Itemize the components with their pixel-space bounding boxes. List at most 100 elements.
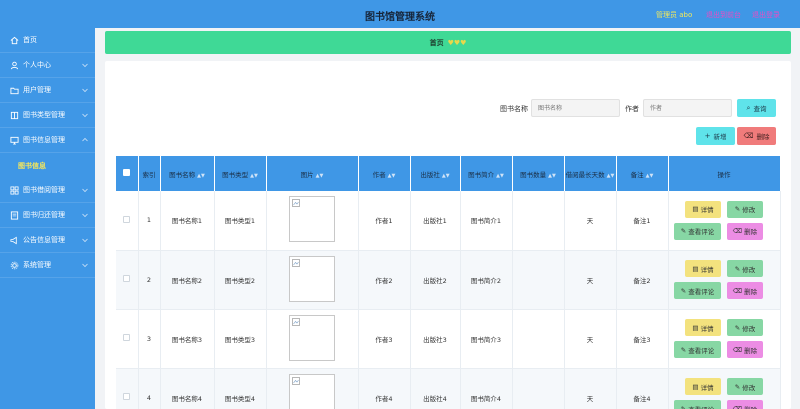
cell-note: 备注4 [616,368,669,409]
sidebar-item-label: 图书借阅管理 [23,186,65,194]
column-header[interactable]: 图书简介 ▲▼ [460,156,513,191]
cell-type: 图书类型1 [214,191,267,251]
sidebar-item-book-info[interactable]: 图书信息管理 [0,128,95,153]
column-header[interactable]: 图片 ▲▼ [266,156,359,191]
delete-button[interactable]: ⌫删除 [727,341,763,358]
broken-image-icon [292,258,300,267]
detail-button[interactable]: ▤ 详情 [685,378,721,395]
cell-intro: 图书简介1 [460,191,513,251]
select-all-checkbox[interactable] [123,169,131,176]
sidebar-item-users[interactable]: 用户管理 [0,78,95,103]
row-checkbox[interactable] [123,215,131,223]
sort-icon: ▲▼ [606,172,615,179]
detail-button[interactable]: ▤ 详情 [685,319,721,336]
chevron-down-icon [82,113,88,118]
breadcrumb-home[interactable]: 首页 [430,38,444,48]
pencil-icon: ✎ [680,345,687,354]
chevron-down-icon [82,88,88,93]
sidebar-item-home[interactable]: 首页 [0,28,95,53]
author-input[interactable] [643,99,732,117]
search-icon: ⌕ [746,103,751,112]
table-row: 3 图书名称3 图书类型3 作者3 出版社3 图书简介3 天 备注3 ▤ 详情 ✎… [116,309,781,369]
cell-qty [512,368,565,409]
column-header[interactable]: 图书数量 ▲▼ [512,156,565,191]
sort-icon: ▲▼ [315,172,324,179]
add-button[interactable]: + 新增 [696,127,735,145]
detail-button[interactable]: ▤ 详情 [685,200,721,218]
sidebar-item-borrow[interactable]: 图书借阅管理 [0,178,95,203]
top-header: 图书馆管理系统 管理员 abo 退出到前台 退出登录 [0,0,800,28]
book-name-input[interactable] [531,99,620,117]
sidebar-item-label: 公告信息管理 [23,236,65,244]
cell-index: 2 [138,250,161,310]
column-header[interactable]: 图书名称 ▲▼ [160,156,215,191]
sidebar-item-notices[interactable]: 公告信息管理 [0,228,95,253]
cell-publisher: 出版社4 [410,368,461,409]
document-icon: ▤ [692,205,699,214]
edit-button[interactable]: ✎ 修改 [727,319,763,336]
broken-image-icon [292,376,300,385]
home-icon [9,35,19,45]
trash-icon: ⌫ [732,227,743,236]
sidebar-subitem-book-info[interactable]: 图书信息 [0,153,95,178]
column-header[interactable]: 出版社 ▲▼ [410,156,461,191]
pencil-icon: ✎ [734,323,741,332]
query-button[interactable]: ⌕ 查询 [737,99,776,117]
row-checkbox[interactable] [123,275,131,282]
row-checkbox[interactable] [123,393,131,400]
folder-icon [9,85,19,95]
edit-button[interactable]: ✎ 修改 [727,260,763,277]
document-icon: ▤ [692,382,699,391]
sidebar-item-label: 系统管理 [23,261,51,269]
heart-icons: ♥♥♥ [447,38,467,47]
row-checkbox[interactable] [123,334,131,341]
edit-button[interactable]: ✎ 修改 [727,200,763,218]
column-header[interactable]: 图书类型 ▲▼ [214,156,267,191]
pencil-icon: ✎ [734,382,741,391]
pencil-icon: ✎ [680,227,687,236]
view-comments-button[interactable]: ✎查看评论 [674,282,721,299]
view-comments-button[interactable]: ✎查看评论 [674,400,721,409]
table-row: 1 图书名称1 图书类型1 作者1 出版社1 图书简介1 天 备注1 ▤ 详情 ✎… [116,191,781,251]
delete-button[interactable]: ⌫删除 [727,400,763,409]
user-icon [9,60,19,70]
author-label: 作者 [625,105,639,113]
grid-icon [9,185,19,195]
chevron-down-icon [82,238,88,243]
column-header[interactable]: 作者 ▲▼ [358,156,411,191]
admin-user-label: 管理员 abo [656,11,693,19]
cell-index: 3 [138,309,161,369]
pencil-icon: ✎ [680,404,687,409]
logout-link[interactable]: 退出登录 [752,10,780,20]
delete-button[interactable]: ⌫删除 [727,282,763,299]
sort-icon: ▲▼ [387,172,396,179]
column-header[interactable]: 备注 ▲▼ [616,156,669,191]
cell-days: 天 [564,250,617,310]
cell-days: 天 [564,368,617,409]
table-header-row: 索引 图书名称 ▲▼ 图书类型 ▲▼ 图片 ▲▼ 作者 ▲▼ 出版社 ▲▼ 图书简介 ▲▼ … [116,156,781,191]
sidebar-item-return[interactable]: 图书归还管理 [0,203,95,228]
sidebar-item-book-types[interactable]: 图书类型管理 [0,103,95,128]
table-row: 2 图书名称2 图书类型2 作者2 出版社2 图书简介2 天 备注2 ▤ 详情 ✎… [116,250,781,310]
sidebar-item-system[interactable]: 系统管理 [0,253,95,278]
view-comments-button[interactable]: ✎查看评论 [674,341,721,358]
sidebar-item-profile[interactable]: 个人中心 [0,53,95,78]
back-to-frontend-link[interactable]: 退出到前台 [706,10,741,20]
breadcrumb: 首页 ♥♥♥ [105,31,791,54]
batch-delete-button[interactable]: ⌫ 删除 [737,127,776,145]
cell-intro: 图书简介2 [460,250,513,310]
sidebar-item-label: 图书信息管理 [23,136,65,144]
cell-author: 作者3 [358,309,411,369]
cell-name: 图书名称1 [160,191,215,251]
detail-button[interactable]: ▤ 详情 [685,260,721,277]
content-panel: 图书名称 作者 ⌕查询 +新增 ⌫删除 索引 图书名称▲▼ 图书类型▲▼ 图片▲… [105,61,791,409]
books-table: 索引 图书名称 ▲▼ 图书类型 ▲▼ 图片 ▲▼ 作者 ▲▼ 出版社 ▲▼ 图书简介 ▲▼ … [116,156,781,409]
plus-icon: + [704,132,711,140]
column-header[interactable]: 借阅最长天数 ▲▼ [564,156,617,191]
cell-qty [512,309,565,369]
cell-index: 1 [138,191,161,251]
view-comments-button[interactable]: ✎查看评论 [674,222,721,240]
chevron-down-icon [82,263,88,268]
edit-button[interactable]: ✎ 修改 [727,378,763,395]
delete-button[interactable]: ⌫删除 [727,222,763,240]
